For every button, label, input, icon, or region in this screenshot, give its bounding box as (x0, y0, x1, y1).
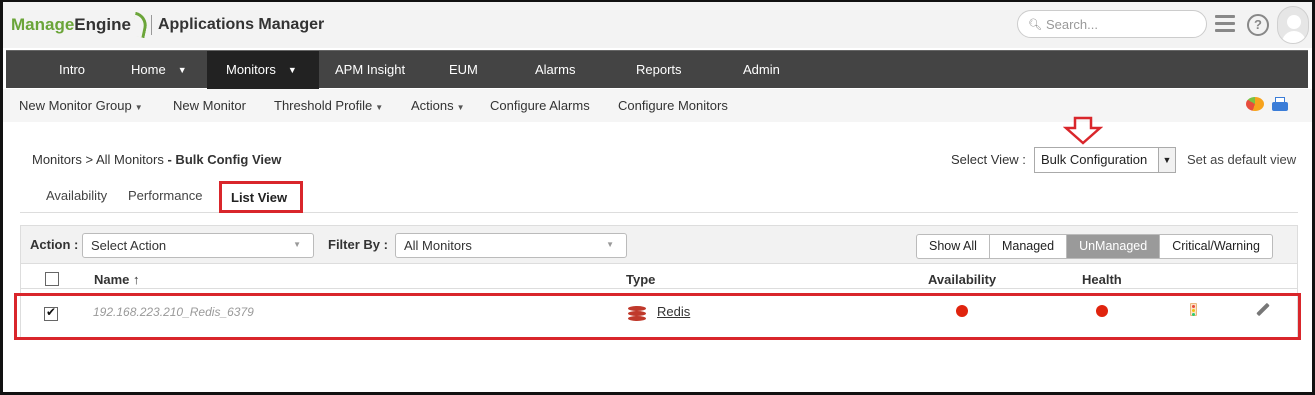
table-header: Name ↑ Type Availability Health (21, 267, 1297, 289)
arrow-down-icon (1063, 116, 1103, 145)
nav-reports[interactable]: Reports (636, 51, 682, 89)
chevron-down-icon: ▼ (606, 240, 614, 249)
configure-monitors-link[interactable]: Configure Monitors (618, 98, 728, 113)
actions-menu[interactable]: Actions ▼ (411, 98, 465, 113)
select-view-value: Bulk Configuration (1041, 152, 1148, 167)
nav-admin[interactable]: Admin (743, 51, 780, 89)
action-select-value: Select Action (91, 238, 167, 253)
health-status-icon[interactable] (1096, 305, 1108, 317)
logo-divider (150, 15, 152, 35)
column-health[interactable]: Health (1082, 272, 1122, 287)
status-filter-segments: Show All Managed UnManaged Critical/Warn… (916, 234, 1273, 259)
select-all-checkbox[interactable] (45, 272, 59, 286)
nav-alarms[interactable]: Alarms (535, 51, 575, 89)
filter-bar: Action : Select Action ▼ Filter By : All… (21, 226, 1297, 264)
select-view-label: Select View : (951, 152, 1026, 167)
availability-status-icon[interactable] (956, 305, 968, 317)
filter-by-select[interactable]: All Monitors ▼ (395, 233, 627, 258)
menu-icon[interactable] (1215, 15, 1235, 33)
column-type[interactable]: Type (626, 272, 655, 287)
breadcrumb-current: - Bulk Config View (167, 152, 282, 167)
caret-down-icon: ▼ (375, 103, 384, 112)
filter-by-value: All Monitors (404, 238, 472, 253)
configure-alarms-link[interactable]: Configure Alarms (490, 98, 590, 113)
logo-swoosh-icon (130, 11, 150, 39)
table-row: 192.168.223.210_Redis_6379 Redis (14, 293, 1301, 340)
tab-performance[interactable]: Performance (128, 188, 202, 203)
tab-availability[interactable]: Availability (46, 188, 107, 203)
chevron-down-icon: ▼ (1158, 148, 1175, 172)
print-icon[interactable] (1271, 97, 1289, 113)
breadcrumb-path[interactable]: Monitors > All Monitors (32, 152, 164, 167)
traffic-light-icon[interactable] (1190, 303, 1197, 316)
managed-button[interactable]: Managed (990, 235, 1068, 258)
chevron-down-icon: ▼ (287, 64, 297, 75)
tabs-divider (20, 212, 1298, 213)
manageengine-logo[interactable]: ManageEngine Applications Manager (11, 11, 325, 39)
monitor-name[interactable]: 192.168.223.210_Redis_6379 (93, 305, 254, 319)
new-monitor-link[interactable]: New Monitor (173, 98, 246, 113)
nav-home[interactable]: Home ▼ (131, 51, 187, 89)
product-title: Applications Manager (157, 16, 325, 33)
search-input[interactable]: 🔍︎ Search... (1017, 10, 1207, 38)
action-select[interactable]: Select Action ▼ (82, 233, 314, 258)
chevron-down-icon: ▼ (177, 64, 187, 75)
filter-by-label: Filter By : (328, 237, 388, 252)
edit-icon[interactable] (1255, 302, 1271, 318)
threshold-profile-menu[interactable]: Threshold Profile ▼ (274, 98, 383, 113)
column-name[interactable]: Name ↑ (94, 272, 140, 287)
action-label: Action : (30, 237, 79, 252)
new-monitor-group-menu[interactable]: New Monitor Group ▼ (19, 98, 143, 113)
breadcrumb: Monitors > All Monitors - Bulk Config Vi… (32, 152, 281, 167)
chevron-down-icon: ▼ (293, 240, 301, 249)
column-availability[interactable]: Availability (928, 272, 996, 287)
row-checkbox[interactable] (44, 305, 58, 321)
select-view-dropdown[interactable]: Bulk Configuration ▼ (1034, 147, 1176, 173)
show-all-button[interactable]: Show All (917, 235, 990, 258)
user-avatar[interactable] (1277, 6, 1309, 44)
unmanaged-button[interactable]: UnManaged (1067, 235, 1161, 258)
redis-icon (628, 306, 646, 321)
nav-intro[interactable]: Intro (59, 51, 85, 89)
help-icon[interactable]: ? (1247, 14, 1269, 36)
app-header: ManageEngine Applications Manager 🔍︎ Sea… (3, 2, 1312, 48)
search-placeholder: Search... (1045, 16, 1098, 32)
nav-monitors[interactable]: Monitors ▼ (207, 50, 319, 89)
nav-eum[interactable]: EUM (449, 51, 478, 89)
critical-warning-button[interactable]: Critical/Warning (1160, 235, 1272, 258)
tab-list-view[interactable]: List View (219, 181, 303, 213)
caret-down-icon: ▼ (134, 103, 143, 112)
sub-toolbar: New Monitor Group ▼ New Monitor Threshold… (3, 89, 1312, 122)
caret-down-icon: ▼ (456, 103, 465, 112)
main-nav: Intro Home ▼ Monitors ▼ APM Insight EUM Al… (6, 50, 1308, 89)
nav-apm-insight[interactable]: APM Insight (335, 51, 405, 89)
brand-name: ManageEngine (11, 15, 131, 34)
search-icon: 🔍︎ (1028, 18, 1042, 31)
pie-chart-icon[interactable] (1246, 97, 1264, 111)
set-default-view-link[interactable]: Set as default view (1187, 152, 1296, 167)
monitor-type-link[interactable]: Redis (657, 304, 690, 319)
